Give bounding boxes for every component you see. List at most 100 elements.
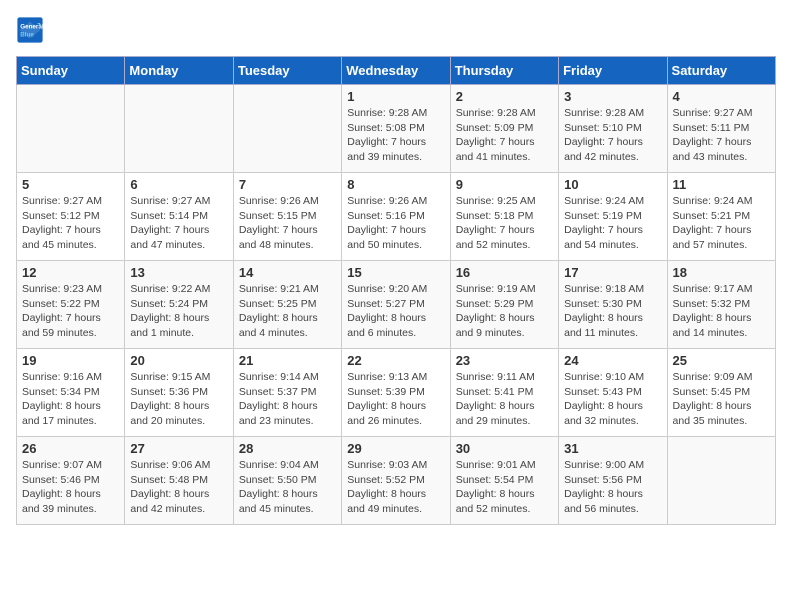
calendar-week-row: 1 Sunrise: 9:28 AM Sunset: 5:08 PM Daylig… [17,85,776,173]
day-info: Sunrise: 9:23 AM Sunset: 5:22 PM Dayligh… [22,282,119,341]
day-info: Sunrise: 9:10 AM Sunset: 5:43 PM Dayligh… [564,370,661,429]
day-number: 4 [673,89,770,104]
calendar-cell: 21 Sunrise: 9:14 AM Sunset: 5:37 PM Dayli… [233,349,341,437]
day-info: Sunrise: 9:13 AM Sunset: 5:39 PM Dayligh… [347,370,444,429]
calendar-cell: 2 Sunrise: 9:28 AM Sunset: 5:09 PM Daylig… [450,85,558,173]
calendar-table: SundayMondayTuesdayWednesdayThursdayFrid… [16,56,776,525]
day-number: 25 [673,353,770,368]
day-info: Sunrise: 9:28 AM Sunset: 5:09 PM Dayligh… [456,106,553,165]
day-info: Sunrise: 9:26 AM Sunset: 5:15 PM Dayligh… [239,194,336,253]
day-info: Sunrise: 9:24 AM Sunset: 5:21 PM Dayligh… [673,194,770,253]
calendar-cell: 27 Sunrise: 9:06 AM Sunset: 5:48 PM Dayli… [125,437,233,525]
calendar-cell: 14Sunrise: 9:21 AM Sunset: 5:25 PM Dayli… [233,261,341,349]
day-info: Sunrise: 9:22 AM Sunset: 5:24 PM Dayligh… [130,282,227,341]
calendar-cell: 3 Sunrise: 9:28 AM Sunset: 5:10 PM Daylig… [559,85,667,173]
day-info: Sunrise: 9:28 AM Sunset: 5:08 PM Dayligh… [347,106,444,165]
weekday-header: Saturday [667,57,775,85]
calendar-body: 1 Sunrise: 9:28 AM Sunset: 5:08 PM Daylig… [17,85,776,525]
calendar-week-row: 19 Sunrise: 9:16 AM Sunset: 5:34 PM Dayli… [17,349,776,437]
calendar-cell: 22 Sunrise: 9:13 AM Sunset: 5:39 PM Dayli… [342,349,450,437]
weekday-row: SundayMondayTuesdayWednesdayThursdayFrid… [17,57,776,85]
day-number: 2 [456,89,553,104]
day-info: Sunrise: 9:24 AM Sunset: 5:19 PM Dayligh… [564,194,661,253]
day-number: 21 [239,353,336,368]
day-info: Sunrise: 9:26 AM Sunset: 5:16 PM Dayligh… [347,194,444,253]
calendar-cell: 28 Sunrise: 9:04 AM Sunset: 5:50 PM Dayli… [233,437,341,525]
day-number: 17 [564,265,661,280]
weekday-header: Thursday [450,57,558,85]
calendar-cell: 31Sunrise: 9:00 AM Sunset: 5:56 PM Dayli… [559,437,667,525]
calendar-week-row: 12 Sunrise: 9:23 AM Sunset: 5:22 PM Dayli… [17,261,776,349]
calendar-cell: 4Sunrise: 9:27 AM Sunset: 5:11 PM Daylig… [667,85,775,173]
day-number: 10 [564,177,661,192]
weekday-header: Friday [559,57,667,85]
calendar-cell: 11 Sunrise: 9:24 AM Sunset: 5:21 PM Dayli… [667,173,775,261]
day-number: 23 [456,353,553,368]
calendar-cell: 17 Sunrise: 9:18 AM Sunset: 5:30 PM Dayli… [559,261,667,349]
calendar-header: SundayMondayTuesdayWednesdayThursdayFrid… [17,57,776,85]
day-number: 31 [564,441,661,456]
day-number: 24 [564,353,661,368]
day-number: 11 [673,177,770,192]
day-info: Sunrise: 9:01 AM Sunset: 5:54 PM Dayligh… [456,458,553,517]
day-number: 18 [673,265,770,280]
day-number: 13 [130,265,227,280]
day-number: 9 [456,177,553,192]
day-info: Sunrise: 9:09 AM Sunset: 5:45 PM Dayligh… [673,370,770,429]
calendar-cell: 15Sunrise: 9:20 AM Sunset: 5:27 PM Dayli… [342,261,450,349]
day-number: 29 [347,441,444,456]
day-info: Sunrise: 9:20 AM Sunset: 5:27 PM Dayligh… [347,282,444,341]
weekday-header: Wednesday [342,57,450,85]
day-number: 3 [564,89,661,104]
day-info: Sunrise: 9:15 AM Sunset: 5:36 PM Dayligh… [130,370,227,429]
weekday-header: Monday [125,57,233,85]
svg-text:Blue: Blue [20,31,34,38]
calendar-cell: 10 Sunrise: 9:24 AM Sunset: 5:19 PM Dayli… [559,173,667,261]
calendar-cell [233,85,341,173]
day-number: 1 [347,89,444,104]
calendar-cell: 18Sunrise: 9:17 AM Sunset: 5:32 PM Dayli… [667,261,775,349]
day-info: Sunrise: 9:06 AM Sunset: 5:48 PM Dayligh… [130,458,227,517]
day-info: Sunrise: 9:25 AM Sunset: 5:18 PM Dayligh… [456,194,553,253]
calendar-cell: 6 Sunrise: 9:27 AM Sunset: 5:14 PM Daylig… [125,173,233,261]
day-number: 16 [456,265,553,280]
calendar-cell: 19 Sunrise: 9:16 AM Sunset: 5:34 PM Dayli… [17,349,125,437]
calendar-cell: 24 Sunrise: 9:10 AM Sunset: 5:43 PM Dayli… [559,349,667,437]
calendar-cell: 26Sunrise: 9:07 AM Sunset: 5:46 PM Dayli… [17,437,125,525]
calendar-cell: 20Sunrise: 9:15 AM Sunset: 5:36 PM Dayli… [125,349,233,437]
day-info: Sunrise: 9:16 AM Sunset: 5:34 PM Dayligh… [22,370,119,429]
calendar-cell [17,85,125,173]
day-info: Sunrise: 9:27 AM Sunset: 5:12 PM Dayligh… [22,194,119,253]
day-info: Sunrise: 9:19 AM Sunset: 5:29 PM Dayligh… [456,282,553,341]
day-info: Sunrise: 9:03 AM Sunset: 5:52 PM Dayligh… [347,458,444,517]
day-info: Sunrise: 9:11 AM Sunset: 5:41 PM Dayligh… [456,370,553,429]
day-info: Sunrise: 9:18 AM Sunset: 5:30 PM Dayligh… [564,282,661,341]
day-number: 12 [22,265,119,280]
day-number: 5 [22,177,119,192]
calendar-cell: 8Sunrise: 9:26 AM Sunset: 5:16 PM Daylig… [342,173,450,261]
calendar-week-row: 5 Sunrise: 9:27 AM Sunset: 5:12 PM Daylig… [17,173,776,261]
calendar-week-row: 26Sunrise: 9:07 AM Sunset: 5:46 PM Dayli… [17,437,776,525]
day-number: 26 [22,441,119,456]
calendar-cell: 13 Sunrise: 9:22 AM Sunset: 5:24 PM Dayli… [125,261,233,349]
calendar-cell [125,85,233,173]
day-number: 27 [130,441,227,456]
day-number: 6 [130,177,227,192]
calendar-cell: 9 Sunrise: 9:25 AM Sunset: 5:18 PM Daylig… [450,173,558,261]
day-info: Sunrise: 9:28 AM Sunset: 5:10 PM Dayligh… [564,106,661,165]
day-info: Sunrise: 9:14 AM Sunset: 5:37 PM Dayligh… [239,370,336,429]
calendar-cell: 25 Sunrise: 9:09 AM Sunset: 5:45 PM Dayli… [667,349,775,437]
weekday-header: Sunday [17,57,125,85]
logo: General Blue [16,16,50,44]
calendar-cell: 5 Sunrise: 9:27 AM Sunset: 5:12 PM Daylig… [17,173,125,261]
day-number: 28 [239,441,336,456]
calendar-cell: 1 Sunrise: 9:28 AM Sunset: 5:08 PM Daylig… [342,85,450,173]
day-number: 30 [456,441,553,456]
calendar-cell: 16 Sunrise: 9:19 AM Sunset: 5:29 PM Dayli… [450,261,558,349]
day-number: 19 [22,353,119,368]
day-number: 22 [347,353,444,368]
day-info: Sunrise: 9:27 AM Sunset: 5:14 PM Dayligh… [130,194,227,253]
day-info: Sunrise: 9:04 AM Sunset: 5:50 PM Dayligh… [239,458,336,517]
weekday-header: Tuesday [233,57,341,85]
calendar-cell: 12 Sunrise: 9:23 AM Sunset: 5:22 PM Dayli… [17,261,125,349]
